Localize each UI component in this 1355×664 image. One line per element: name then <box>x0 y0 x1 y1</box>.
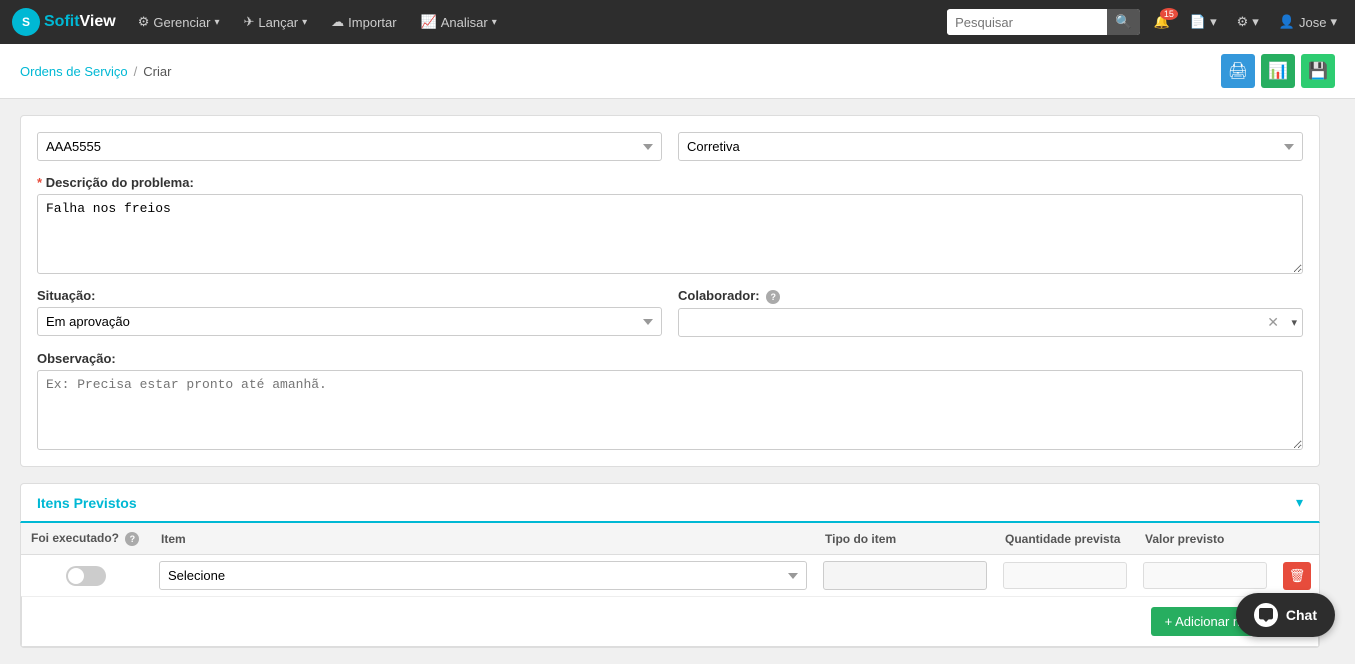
qty-input[interactable]: 0,00 <box>1003 562 1127 589</box>
items-table-head: Foi executado? ? Item Tipo do item Quant… <box>21 523 1319 555</box>
itens-previstos-section: Itens Previstos ▾ Foi executado? ? Item … <box>20 483 1320 648</box>
search-button[interactable]: 🔍 <box>1107 9 1140 35</box>
nav-analisar[interactable]: 📈 Analisar ▾ <box>411 8 507 36</box>
col-header-qty: Quantidade prevista <box>995 523 1135 555</box>
col-header-delete <box>1275 523 1319 555</box>
help-icon-executed[interactable]: ? <box>125 532 139 546</box>
executed-cell <box>21 555 151 597</box>
form-group-type: Corretiva <box>678 132 1303 161</box>
settings-button[interactable]: ⚙ ▾ <box>1231 10 1265 34</box>
form-group-colaborador: Colaborador: ? José Maria ✕ ▾ <box>678 288 1303 337</box>
table-row: Selecione 0,00 0,00 🗑 <box>21 555 1319 597</box>
section-title: Itens Previstos <box>37 495 137 511</box>
brand-logo: S <box>12 8 40 36</box>
breadcrumb-separator: / <box>134 64 138 79</box>
colaborador-clear-button[interactable]: ✕ <box>1267 314 1279 331</box>
action-button-3[interactable]: 💾 <box>1301 54 1335 88</box>
form-row-situacao-colaborador: Situação: Em aprovação Colaborador: ? Jo… <box>37 288 1303 337</box>
colaborador-wrapper: José Maria ✕ ▾ <box>678 308 1303 337</box>
notifications-button[interactable]: 🔔 15 <box>1148 10 1176 34</box>
section-header: Itens Previstos ▾ <box>20 483 1320 523</box>
nav-importar[interactable]: ☁ Importar <box>321 8 406 36</box>
observacao-textarea[interactable] <box>37 370 1303 450</box>
cloud-icon: ☁ <box>331 14 344 30</box>
executed-toggle[interactable] <box>66 566 106 586</box>
colaborador-label: Colaborador: ? <box>678 288 1303 304</box>
breadcrumb: Ordens de Serviço / Criar <box>20 64 171 79</box>
form-group-vehicle: AAA5555 <box>37 132 662 161</box>
user-name: Jose <box>1299 15 1326 30</box>
colaborador-input[interactable]: José Maria <box>678 308 1303 337</box>
nav-lancar[interactable]: ✈ Lançar ▾ <box>233 8 317 36</box>
navbar-right: 🔍 🔔 15 📄 ▾ ⚙ ▾ 👤 Jose ▾ <box>947 9 1343 35</box>
col-header-executed: Foi executado? ? <box>21 523 151 555</box>
nav-gerenciar[interactable]: ⚙ Gerenciar ▾ <box>128 8 230 36</box>
action-button-1[interactable]: 🖨 <box>1221 54 1255 88</box>
situacao-select[interactable]: Em aprovação <box>37 307 662 336</box>
executed-toggle-wrapper <box>29 566 143 586</box>
gear-icon: ⚙ <box>138 14 150 30</box>
action-button-2[interactable]: 📊 <box>1261 54 1295 88</box>
section-toggle[interactable]: ▾ <box>1296 494 1303 511</box>
colaborador-dropdown-button[interactable]: ▾ <box>1291 316 1297 329</box>
chevron-down-icon: ▾ <box>492 17 497 28</box>
chat-label: Chat <box>1286 607 1317 623</box>
brand: S SofitView <box>12 8 116 36</box>
search-input[interactable] <box>947 10 1107 35</box>
col-header-item: Item <box>151 523 815 555</box>
form-group-observacao: Observação: <box>37 351 1303 450</box>
launch-icon: ✈ <box>243 14 254 30</box>
delete-cell: 🗑 <box>1275 555 1319 597</box>
delete-row-button[interactable]: 🗑 <box>1283 562 1311 590</box>
search-box: 🔍 <box>947 9 1140 35</box>
item-cell: Selecione <box>151 555 815 597</box>
breadcrumb-bar: Ordens de Serviço / Criar 🖨 📊 💾 <box>0 44 1355 99</box>
user-menu[interactable]: 👤 Jose ▾ <box>1273 10 1343 34</box>
help-icon[interactable]: ? <box>766 290 780 304</box>
situacao-label: Situação: <box>37 288 662 303</box>
chat-icon <box>1254 603 1278 627</box>
items-table-wrapper: Foi executado? ? Item Tipo do item Quant… <box>20 523 1320 648</box>
navbar: S SofitView ⚙ Gerenciar ▾ ✈ Lançar ▾ ☁ I… <box>0 0 1355 44</box>
type-select[interactable]: Corretiva <box>678 132 1303 161</box>
breadcrumb-current: Criar <box>143 64 171 79</box>
value-input[interactable]: 0,00 <box>1143 562 1267 589</box>
chat-button[interactable]: Chat <box>1236 593 1335 637</box>
observacao-label: Observação: <box>37 351 1303 366</box>
value-cell: 0,00 <box>1135 555 1275 597</box>
items-table: Foi executado? ? Item Tipo do item Quant… <box>21 523 1319 596</box>
breadcrumb-actions: 🖨 📊 💾 <box>1221 54 1335 88</box>
main-content: AAA5555 Corretiva * Descrição do problem… <box>0 99 1340 664</box>
chevron-down-icon: ▾ <box>1210 14 1217 30</box>
items-table-body: Selecione 0,00 0,00 🗑 <box>21 555 1319 597</box>
description-textarea[interactable]: Falha nos freios <box>37 194 1303 274</box>
type-input[interactable] <box>823 561 987 590</box>
vehicle-select[interactable]: AAA5555 <box>37 132 662 161</box>
form-card-top: AAA5555 Corretiva * Descrição do problem… <box>20 115 1320 467</box>
qty-cell: 0,00 <box>995 555 1135 597</box>
chevron-down-icon: ▾ <box>214 17 219 28</box>
type-cell <box>815 555 995 597</box>
brand-name: SofitView <box>44 13 116 31</box>
item-select[interactable]: Selecione <box>159 561 807 590</box>
chevron-down-icon: ▾ <box>1252 14 1259 30</box>
table-footer: + Adicionar novo Item <box>21 596 1319 647</box>
col-header-type: Tipo do item <box>815 523 995 555</box>
form-group-description: * Descrição do problema: Falha nos freio… <box>37 175 1303 274</box>
chart-icon: 📈 <box>421 14 437 30</box>
breadcrumb-parent[interactable]: Ordens de Serviço <box>20 64 128 79</box>
form-row-vehicle-type: AAA5555 Corretiva <box>37 132 1303 161</box>
notifications-badge: 15 <box>1160 8 1178 20</box>
col-header-value: Valor previsto <box>1135 523 1275 555</box>
documents-button[interactable]: 📄 ▾ <box>1184 10 1223 34</box>
chevron-down-icon: ▾ <box>302 17 307 28</box>
chevron-down-icon: ▾ <box>1330 14 1337 30</box>
chat-bubble-icon <box>1259 608 1273 622</box>
description-label: * Descrição do problema: <box>37 175 1303 190</box>
form-group-situacao: Situação: Em aprovação <box>37 288 662 337</box>
